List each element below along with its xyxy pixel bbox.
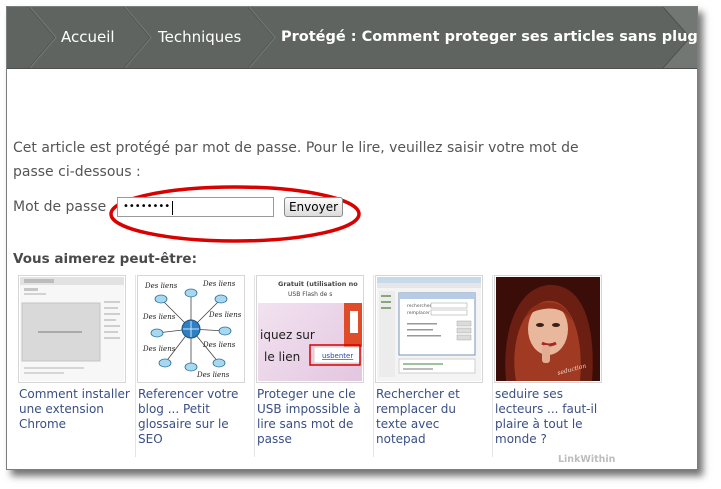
related-post-link[interactable]: Proteger une cle USB impossible à lire s… <box>257 387 369 447</box>
breadcrumb-current-page: Protégé : Comment proteger ses articles … <box>281 29 698 45</box>
related-post-link[interactable]: Referencer votre blog ... Petit glossair… <box>138 387 250 447</box>
breadcrumb-home[interactable]: Accueil <box>61 7 115 68</box>
related-post-item[interactable]: seduction seduire ses lecteurs ... faut-… <box>494 275 608 457</box>
text-caret <box>172 201 173 215</box>
network-diagram-thumbnail[interactable]: Des liens Des liens Des liens Des liens De… <box>137 275 245 383</box>
svg-text:remplacer: remplacer <box>407 310 430 316</box>
svg-text:Des liens: Des liens <box>202 341 236 349</box>
item-divider <box>135 275 136 457</box>
svg-text:USB Flash de s: USB Flash de s <box>288 291 332 298</box>
related-posts-title: Vous aimerez peut-être: <box>13 251 197 267</box>
screenshot-thumbnail[interactable] <box>18 275 126 383</box>
password-input[interactable]: •••••••• <box>117 197 274 217</box>
related-post-link[interactable]: seduire ses lecteurs ... faut-il plaire … <box>495 387 607 447</box>
svg-text:Des liens: Des liens <box>202 280 236 288</box>
portrait-photo-thumbnail-image: seduction <box>496 277 600 381</box>
notepad-dialog-thumbnail-image: rechercherremplacer <box>377 277 481 381</box>
item-divider <box>492 275 493 457</box>
related-post-item[interactable]: Gratuit (utilisation no USB Flash de s i… <box>256 275 374 457</box>
svg-text:Des liens: Des liens <box>142 313 176 321</box>
related-post-link[interactable]: Rechercher et remplacer du texte avec no… <box>376 387 488 447</box>
related-posts-list: Comment installer une extension Chrome D… <box>18 275 618 465</box>
portrait-photo-thumbnail[interactable]: seduction <box>494 275 602 383</box>
usb-tutorial-thumbnail[interactable]: Gratuit (utilisation no USB Flash de s i… <box>256 275 364 383</box>
svg-text:Des liens: Des liens <box>196 371 230 379</box>
network-diagram-thumbnail-image: Des liens Des liens Des liens Des liens De… <box>139 277 243 381</box>
svg-text:rechercher: rechercher <box>407 303 431 309</box>
svg-text:Des liens: Des liens <box>208 311 242 319</box>
password-value: •••••••• <box>123 201 171 212</box>
notepad-dialog-thumbnail[interactable]: rechercher remplacer <box>375 275 483 383</box>
usb-tutorial-thumbnail-image: Gratuit (utilisation no USB Flash de s i… <box>258 277 362 381</box>
svg-text:usbenter: usbenter <box>322 352 353 360</box>
item-divider <box>373 275 374 457</box>
related-post-link[interactable]: Comment installer une extension Chrome <box>19 387 131 432</box>
screenshot-thumbnail-image <box>20 277 124 381</box>
password-label: Mot de passe <box>13 199 107 215</box>
breadcrumb: Accueil Techniques Protégé : Comment pro… <box>7 7 697 69</box>
svg-text:Gratuit (utilisation no: Gratuit (utilisation no <box>278 280 358 288</box>
breadcrumb-category[interactable]: Techniques <box>158 7 241 68</box>
svg-text:le lien: le lien <box>264 350 300 364</box>
related-post-item[interactable]: rechercher remplacer Rechercher et rempla <box>375 275 493 457</box>
related-post-item[interactable]: Comment installer une extension Chrome <box>18 275 136 457</box>
protected-notice: Cet article est protégé par mot de passe… <box>13 140 579 180</box>
svg-text:Des liens: Des liens <box>142 345 176 353</box>
linkwithin-branding[interactable]: LinkWithin <box>558 454 615 465</box>
page-frame: Accueil Techniques Protégé : Comment pro… <box>6 6 698 470</box>
related-post-item[interactable]: Des liens Des liens Des liens Des liens De… <box>137 275 255 457</box>
submit-button[interactable]: Envoyer <box>284 197 343 217</box>
item-divider <box>254 275 255 457</box>
svg-text:Des liens: Des liens <box>144 282 178 290</box>
svg-text:iquez sur: iquez sur <box>260 328 315 342</box>
password-form: Mot de passe •••••••• Envoyer <box>13 196 693 222</box>
